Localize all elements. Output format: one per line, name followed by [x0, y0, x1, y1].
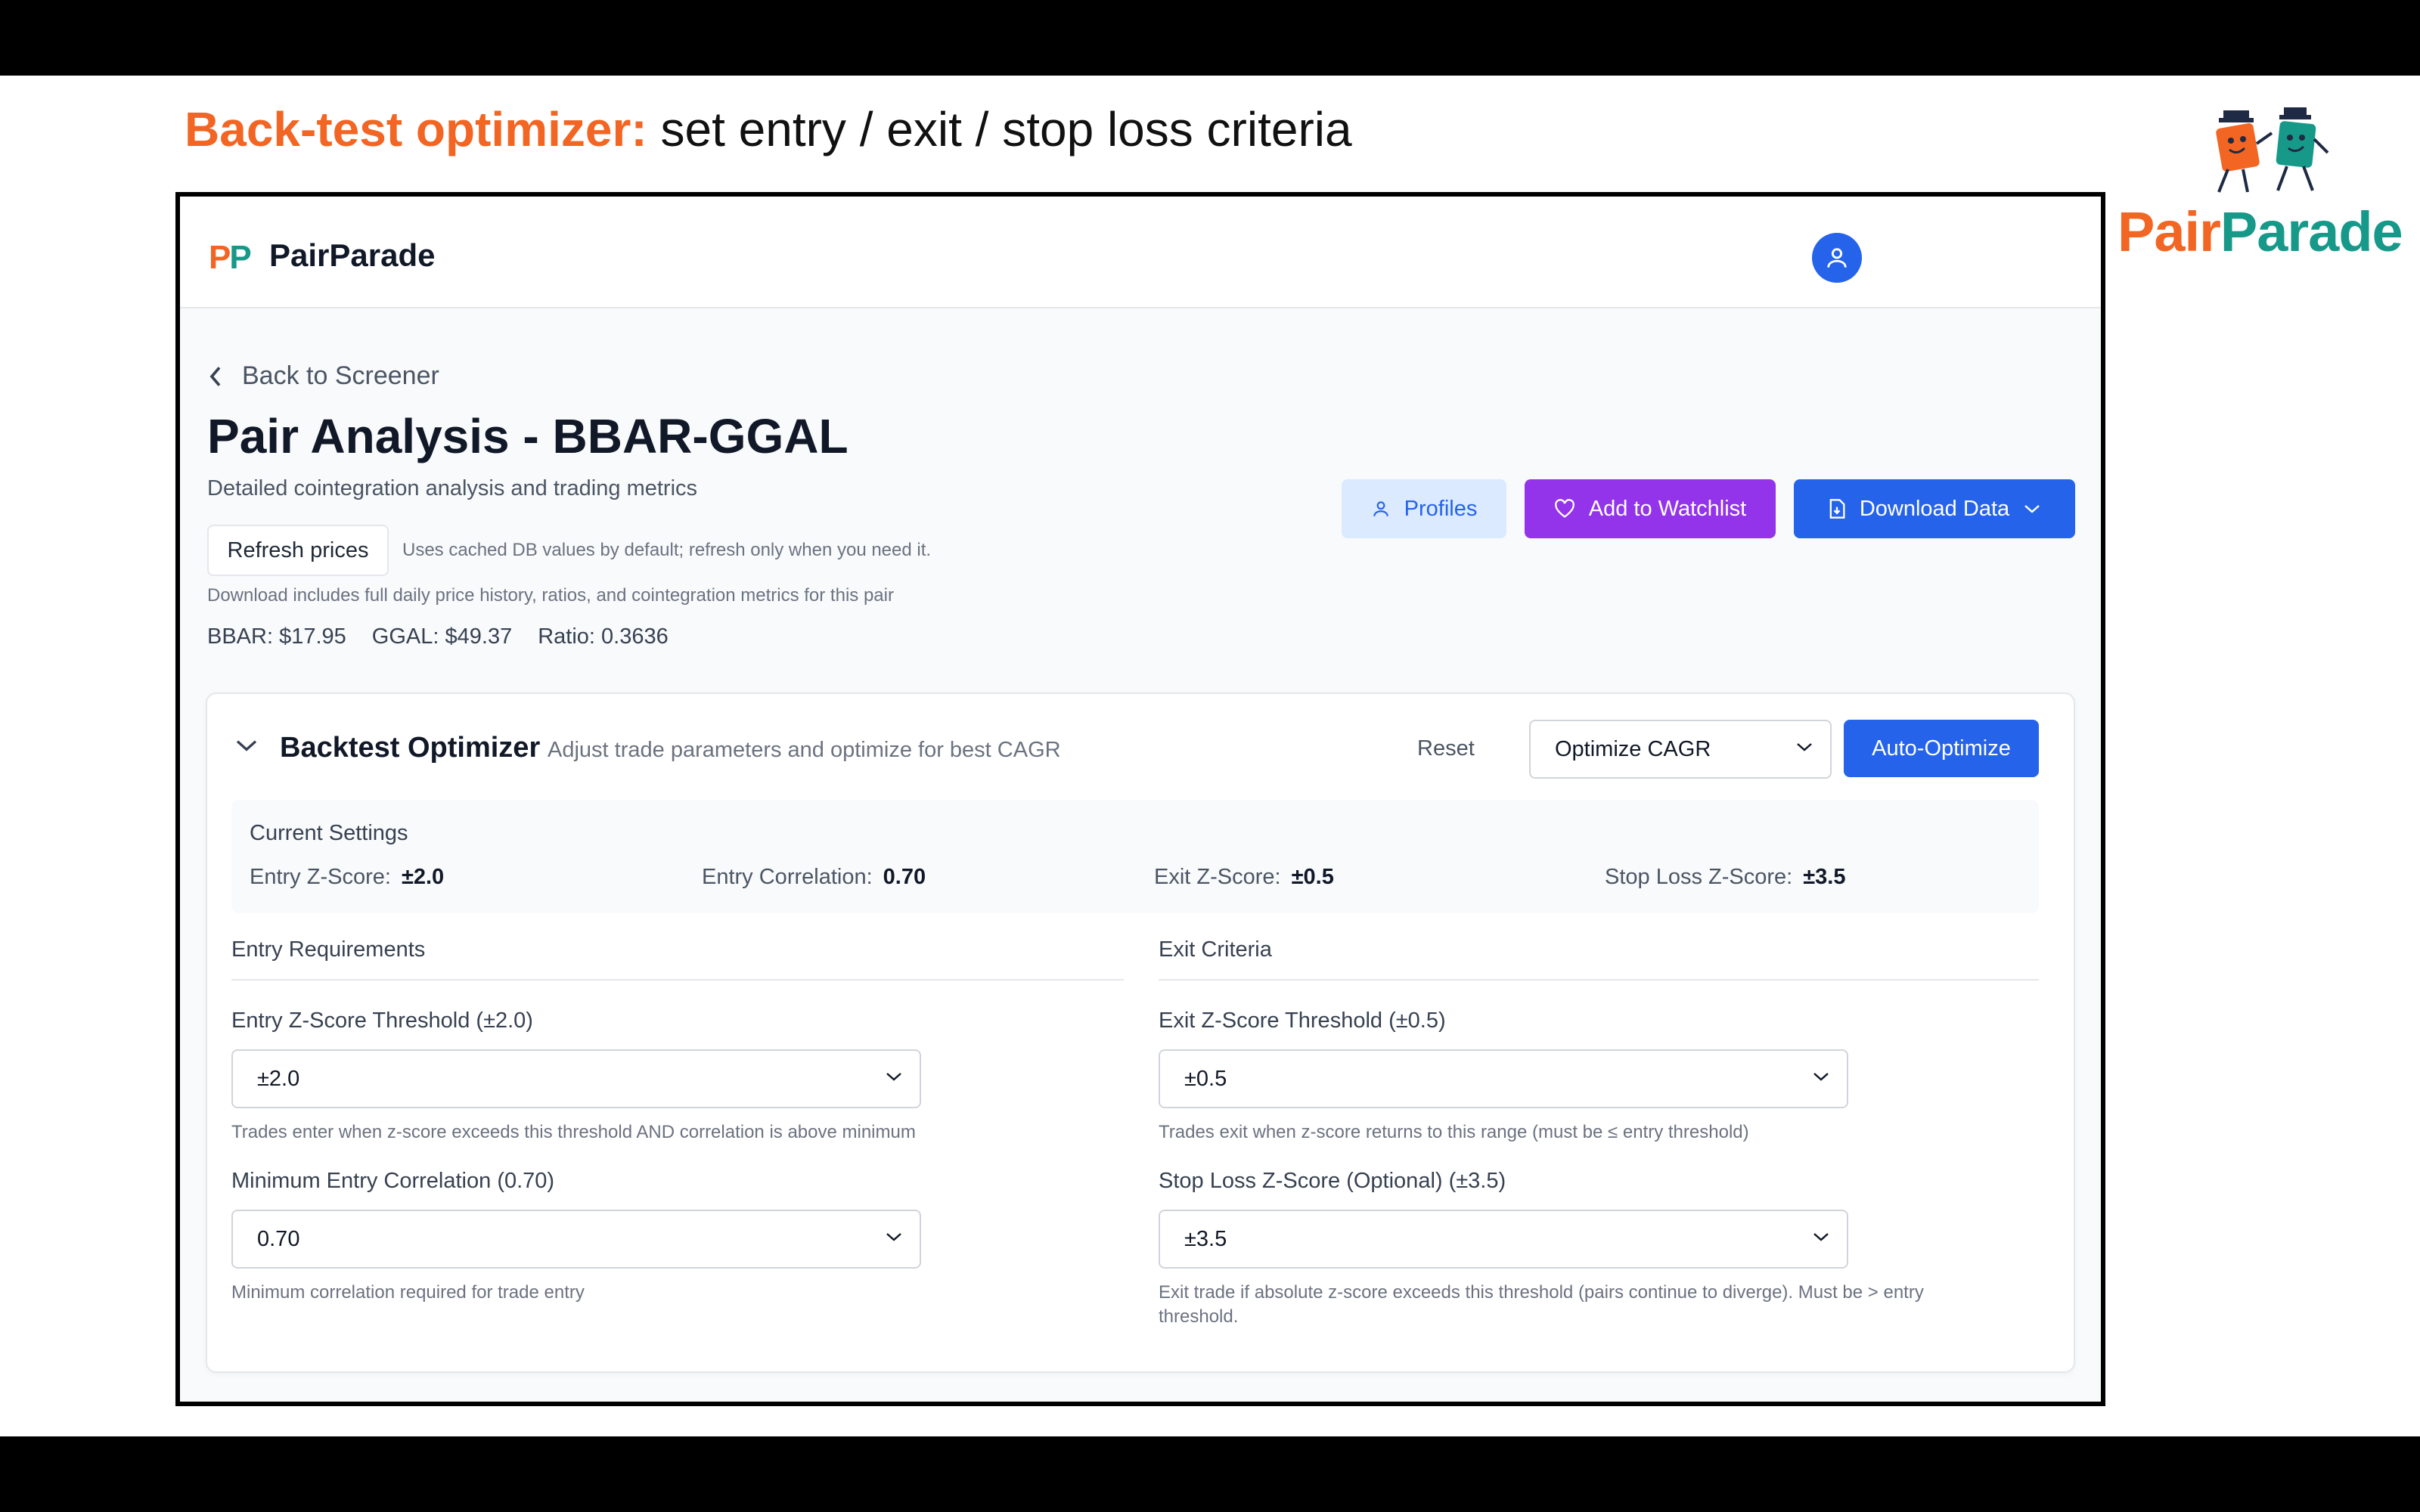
- bottom-letterbox: [0, 1436, 2420, 1512]
- chevron-left-icon: [209, 366, 221, 386]
- user-icon: [1373, 501, 1388, 516]
- setting-entry-corr-label: Entry Correlation:: [702, 865, 873, 889]
- ggal-price: GGAL: $49.37: [371, 624, 513, 649]
- file-download-icon: [1829, 499, 1845, 519]
- setting-entry-corr-value: 0.70: [883, 865, 926, 889]
- chevron-down-icon: [1813, 1233, 1829, 1241]
- setting-entry-corr: Entry Correlation: 0.70: [702, 865, 926, 890]
- entry-requirements-heading: Entry Requirements: [231, 937, 1124, 981]
- profiles-button[interactable]: Profiles: [1342, 479, 1506, 538]
- logo-letter-1: P: [209, 239, 231, 276]
- current-settings-panel: Current Settings Entry Z-Score: ±2.0 Entr…: [231, 800, 2039, 913]
- stop-loss-select[interactable]: ±3.5: [1159, 1210, 1848, 1269]
- app-screenshot-frame: PP PairParade Back to Screener Pair Anal…: [175, 192, 2105, 1406]
- setting-stop-z-label: Stop Loss Z-Score:: [1605, 865, 1793, 889]
- brand-word-part2: Parade: [2220, 200, 2403, 263]
- mascots-icon: [2216, 107, 2329, 193]
- slide-title-rest: set entry / exit / stop loss criteria: [647, 102, 1352, 156]
- app-name[interactable]: PairParade: [269, 237, 435, 274]
- brand-logo: PairParade: [2118, 103, 2405, 269]
- entry-z-select-value: ±2.0: [257, 1066, 300, 1091]
- top-letterbox: [0, 0, 2420, 76]
- chevron-down-icon: [886, 1073, 901, 1081]
- entry-z-help: Trades enter when z-score exceeds this t…: [231, 1122, 916, 1142]
- download-label: Download Data: [1859, 496, 2010, 521]
- profiles-label: Profiles: [1404, 496, 1478, 521]
- price-ratio: Ratio: 0.3636: [538, 624, 669, 649]
- download-data-button[interactable]: Download Data: [1794, 479, 2075, 538]
- back-to-screener-link[interactable]: Back to Screener: [207, 361, 439, 391]
- entry-z-select[interactable]: ±2.0: [231, 1049, 921, 1108]
- page-title: Pair Analysis - BBAR-GGAL: [207, 409, 849, 463]
- brand-word-part1: Pair: [2118, 200, 2221, 263]
- collapse-chevron-icon[interactable]: [234, 736, 259, 754]
- entry-corr-select[interactable]: 0.70: [231, 1210, 921, 1269]
- setting-exit-z: Exit Z-Score: ±0.5: [1154, 865, 1334, 890]
- optimize-target-select[interactable]: Optimize CAGR: [1529, 720, 1832, 779]
- exit-criteria-heading: Exit Criteria: [1159, 937, 2039, 981]
- setting-stop-z: Stop Loss Z-Score: ±3.5: [1605, 865, 1845, 890]
- user-icon: [1827, 248, 1847, 268]
- stop-loss-label: Stop Loss Z-Score (Optional) (±3.5): [1159, 1169, 1506, 1193]
- user-avatar[interactable]: [1812, 233, 1862, 283]
- setting-entry-z-value: ±2.0: [401, 865, 445, 889]
- optimizer-description: Adjust trade parameters and optimize for…: [548, 738, 1061, 762]
- backtest-optimizer-card: Backtest Optimizer Adjust trade paramete…: [206, 692, 2075, 1373]
- chevron-down-icon: [1813, 1073, 1829, 1081]
- auto-optimize-button[interactable]: Auto-Optimize: [1844, 720, 2039, 777]
- setting-exit-z-value: ±0.5: [1291, 865, 1334, 889]
- reset-button[interactable]: Reset: [1417, 736, 1475, 761]
- exit-z-select-value: ±0.5: [1184, 1066, 1227, 1091]
- app-logo-icon[interactable]: PP: [209, 239, 252, 277]
- stop-loss-help: Exit trade if absolute z-score exceeds t…: [1159, 1282, 1924, 1327]
- chevron-down-icon: [2024, 505, 2040, 513]
- current-settings-label: Current Settings: [250, 821, 408, 845]
- price-row: BBAR: $17.95 GGAL: $49.37 Ratio: 0.3636: [207, 624, 669, 649]
- refresh-note: Uses cached DB values by default; refres…: [402, 540, 932, 560]
- slide-title-accent: Back-test optimizer:: [185, 102, 647, 156]
- download-note: Download includes full daily price histo…: [207, 585, 894, 606]
- exit-z-label: Exit Z-Score Threshold (±0.5): [1159, 1009, 1446, 1033]
- watchlist-label: Add to Watchlist: [1588, 496, 1747, 521]
- back-link-label: Back to Screener: [242, 361, 439, 390]
- chevron-down-icon: [886, 1233, 901, 1241]
- bbar-price: BBAR: $17.95: [207, 624, 346, 649]
- exit-z-help: Trades exit when z-score returns to this…: [1159, 1122, 1749, 1142]
- page-subtitle: Detailed cointegration analysis and trad…: [207, 476, 698, 500]
- exit-z-select[interactable]: ±0.5: [1159, 1049, 1848, 1108]
- setting-exit-z-label: Exit Z-Score:: [1154, 865, 1281, 889]
- stop-loss-select-value: ±3.5: [1184, 1226, 1227, 1251]
- entry-corr-help: Minimum correlation required for trade e…: [231, 1282, 585, 1303]
- brand-wordmark: PairParade: [2118, 200, 2403, 264]
- add-to-watchlist-button[interactable]: Add to Watchlist: [1525, 479, 1776, 538]
- entry-corr-select-value: 0.70: [257, 1226, 300, 1251]
- heart-icon: [1554, 499, 1575, 518]
- setting-entry-z: Entry Z-Score: ±2.0: [250, 865, 444, 890]
- optimize-target-value: Optimize CAGR: [1555, 736, 1711, 761]
- app-header: PP PairParade: [180, 197, 2101, 308]
- logo-letter-2: P: [229, 239, 251, 276]
- chevron-down-icon: [1797, 743, 1812, 751]
- optimizer-title: Backtest Optimizer: [280, 732, 541, 764]
- entry-z-label: Entry Z-Score Threshold (±2.0): [231, 1009, 533, 1033]
- slide-title: Back-test optimizer: set entry / exit / …: [185, 101, 1352, 157]
- setting-entry-z-label: Entry Z-Score:: [250, 865, 391, 889]
- entry-corr-label: Minimum Entry Correlation (0.70): [231, 1169, 555, 1193]
- refresh-prices-button[interactable]: Refresh prices: [207, 525, 389, 576]
- setting-stop-z-value: ±3.5: [1803, 865, 1846, 889]
